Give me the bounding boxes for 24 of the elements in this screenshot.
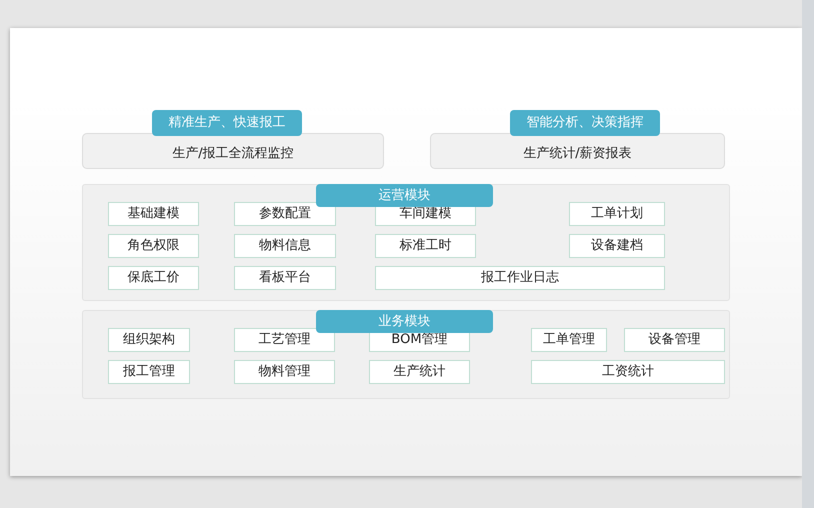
module-title: 运营模块 (316, 184, 493, 207)
module-item: 组织架构 (108, 328, 190, 352)
module-item: 参数配置 (234, 202, 336, 226)
module-item: 物料信息 (234, 234, 336, 258)
module-item: 报工作业日志 (375, 266, 665, 290)
feature-card: 生产/报工全流程监控 (82, 133, 384, 169)
section-tag: 精准生产、快速报工 (152, 110, 302, 136)
module-item: 物料管理 (234, 360, 335, 384)
module-item: 角色权限 (108, 234, 199, 258)
module-item: 工单管理 (531, 328, 607, 352)
module-item: 设备管理 (624, 328, 725, 352)
module-item: 设备建档 (569, 234, 665, 258)
module-item: 工艺管理 (234, 328, 335, 352)
module-title: 业务模块 (316, 310, 493, 333)
feature-card: 生产统计/薪资报表 (430, 133, 725, 169)
module-item: 基础建模 (108, 202, 199, 226)
module-item: 看板平台 (234, 266, 336, 290)
module-item: 报工管理 (108, 360, 190, 384)
section-tag: 智能分析、决策指挥 (510, 110, 660, 136)
module-item: 生产统计 (369, 360, 470, 384)
module-item: 标准工时 (375, 234, 476, 258)
module-item: 保底工价 (108, 266, 199, 290)
module-item: 工单计划 (569, 202, 665, 226)
module-item: 工资统计 (531, 360, 725, 384)
